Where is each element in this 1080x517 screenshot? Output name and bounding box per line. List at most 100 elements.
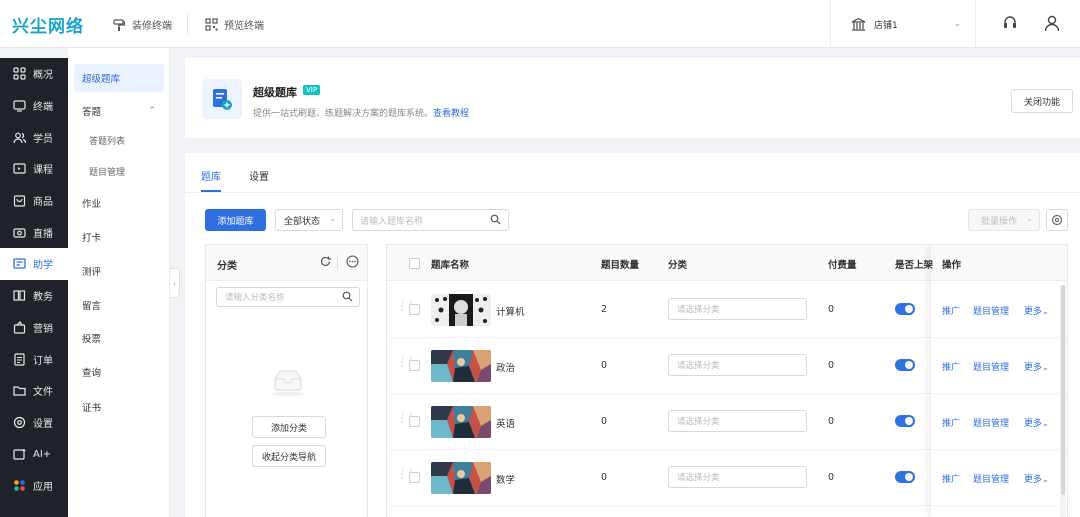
category-select[interactable]: 请选择分类 — [668, 354, 807, 376]
subnav-question-manage[interactable]: 题目管理 — [74, 157, 164, 185]
subnav-homework[interactable]: 作业 — [74, 189, 164, 217]
main-nav-label: AI+ — [33, 448, 52, 460]
chevron-down-icon: ⌄ — [329, 214, 336, 223]
status-select[interactable]: 全部状态 ⌄ — [275, 209, 343, 231]
gear-icon — [1051, 214, 1063, 226]
bank-name[interactable]: 政治 — [496, 360, 515, 374]
collapse-category-nav-button[interactable]: 收起分类导航 — [252, 445, 326, 467]
batch-operation-label: 批量操作 — [981, 216, 1018, 227]
listed-toggle[interactable] — [895, 415, 915, 427]
subnav-certificate[interactable]: 证书 — [74, 393, 164, 421]
main-nav-item[interactable]: 课程 — [0, 153, 68, 185]
main-nav-item[interactable]: 订单 — [0, 343, 68, 375]
brand-logo[interactable]: 兴尘网络 — [12, 12, 84, 37]
main-nav-item[interactable]: 应用 — [0, 470, 68, 502]
category-select[interactable]: 请选择分类 — [668, 298, 807, 320]
main-nav-label: 营销 — [33, 323, 53, 335]
search-icon[interactable] — [490, 214, 501, 225]
category-title: 分类 — [217, 261, 237, 272]
user-avatar-icon[interactable] — [1043, 14, 1061, 32]
chevron-left-icon: ‹ — [172, 278, 177, 288]
listed-toggle[interactable] — [895, 359, 915, 371]
subnav-answer-list[interactable]: 答题列表 — [74, 126, 164, 154]
subnav-answer[interactable]: 答题 ⌃ — [74, 97, 164, 125]
decorate-terminal-link[interactable]: 装修终端 — [112, 17, 172, 32]
subnav-answer-label: 答题 — [82, 107, 102, 118]
bank-name[interactable]: 英语 — [496, 416, 515, 430]
main-nav-item[interactable]: 营销 — [0, 312, 68, 344]
apps-icon — [14, 480, 25, 492]
main-nav-item[interactable]: 概况 — [0, 58, 68, 90]
tab-bank[interactable]: 题库 — [201, 168, 221, 183]
bank-name[interactable]: 数学 — [496, 472, 515, 486]
main-nav-item[interactable]: AI+ — [0, 438, 68, 470]
main-nav-item[interactable]: 直播 — [0, 216, 68, 248]
subnav-inquiry[interactable]: 查询 — [74, 358, 164, 386]
paid-count: 0 — [828, 304, 835, 315]
main-nav-item[interactable]: 终端 — [0, 90, 68, 122]
subnav-vote[interactable]: 投票 — [74, 324, 164, 352]
decorate-terminal-label: 装修终端 — [132, 21, 172, 32]
search-icon[interactable] — [342, 291, 353, 302]
grid-icon — [13, 67, 26, 80]
category-search-input[interactable]: 请输入分类名称 — [216, 287, 360, 307]
category-select-placeholder: 请选择分类 — [677, 473, 720, 483]
store-selector[interactable]: 店铺1 ⌄ — [830, 0, 976, 48]
paid-count: 0 — [828, 360, 835, 371]
tutorial-link[interactable]: 查看教程 — [433, 109, 469, 119]
tab-settings[interactable]: 设置 — [249, 168, 269, 183]
headset-icon[interactable] — [1002, 15, 1018, 31]
row-checkbox[interactable] — [409, 416, 420, 427]
add-category-button[interactable]: 添加分类 — [252, 416, 326, 438]
main-nav-item[interactable]: 商品 — [0, 185, 68, 217]
study-icon — [13, 258, 26, 270]
main-nav-item[interactable]: 学员 — [0, 121, 68, 153]
collapse-sidebar-handle[interactable]: ‹ — [170, 268, 180, 298]
ai-icon — [13, 448, 26, 460]
col-category: 分类 — [668, 260, 688, 271]
main-nav-item[interactable]: 设置 — [0, 407, 68, 439]
subnav-checkin[interactable]: 打卡 — [74, 223, 164, 251]
add-bank-button[interactable]: 添加题库 — [205, 209, 266, 231]
bank-search-input[interactable]: 请输入题库名称 — [352, 209, 509, 231]
bank-search-placeholder: 请输入题库名称 — [360, 216, 424, 227]
table-scrollbar-thumb[interactable] — [1061, 285, 1065, 495]
subnav-super-bank[interactable]: 超级题库 — [74, 64, 164, 92]
listed-toggle[interactable] — [895, 303, 915, 315]
table-settings-button[interactable] — [1046, 209, 1068, 231]
live-icon — [13, 228, 26, 238]
header-divider — [337, 257, 338, 269]
bank-building-icon — [851, 17, 866, 31]
bank-name[interactable]: 计算机 — [496, 304, 525, 318]
subnav-evaluation[interactable]: 测评 — [74, 257, 164, 285]
row-checkbox[interactable] — [409, 360, 420, 371]
refresh-icon[interactable] — [319, 255, 332, 268]
main-nav-label: 终端 — [33, 102, 53, 114]
bank-thumbnail — [431, 462, 491, 494]
subnav-message[interactable]: 留言 — [74, 291, 164, 319]
marketing-icon — [13, 320, 26, 334]
question-count: 2 — [601, 304, 608, 315]
row-checkbox[interactable] — [409, 304, 420, 315]
vip-badge: VIP — [303, 85, 321, 95]
preview-terminal-label: 预览终端 — [224, 21, 264, 32]
qrcode-icon — [205, 18, 218, 31]
main-nav-label: 助学 — [33, 260, 53, 272]
tabs-divider — [185, 192, 1080, 193]
main-nav-label: 设置 — [33, 418, 53, 430]
main-nav-item[interactable]: 教务 — [0, 280, 68, 312]
batch-operation-select[interactable]: 批量操作 ⌄ — [968, 209, 1040, 231]
main-nav-item[interactable]: 文件 — [0, 375, 68, 407]
select-all-checkbox[interactable] — [409, 258, 420, 269]
listed-toggle[interactable] — [895, 471, 915, 483]
row-checkbox[interactable] — [409, 472, 420, 483]
question-count: 0 — [601, 472, 608, 483]
category-select[interactable]: 请选择分类 — [668, 410, 807, 432]
category-select-placeholder: 请选择分类 — [677, 361, 720, 371]
close-feature-button[interactable]: 关闭功能 — [1011, 89, 1073, 113]
main-nav-item[interactable]: 助学 — [0, 248, 68, 280]
category-select[interactable]: 请选择分类 — [668, 466, 807, 488]
preview-terminal-link[interactable]: 预览终端 — [205, 17, 264, 32]
more-circle-icon[interactable] — [346, 255, 359, 268]
main-nav-label: 文件 — [33, 387, 53, 399]
